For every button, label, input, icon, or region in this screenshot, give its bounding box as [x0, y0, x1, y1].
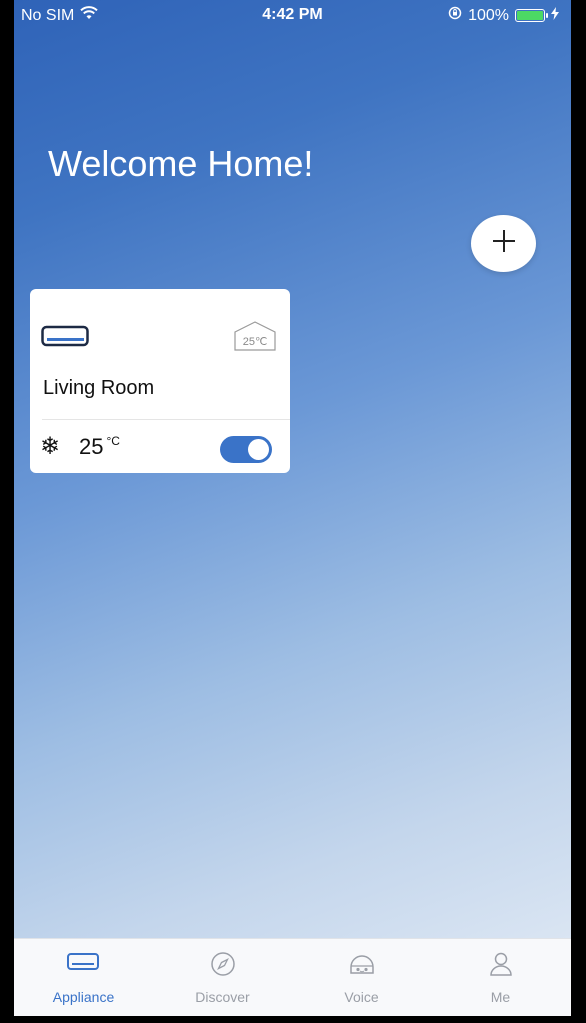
appliance-icon: [66, 951, 102, 980]
tab-bar: Appliance Discover Voice Me: [14, 938, 571, 1016]
air-conditioner-icon: [41, 325, 91, 356]
page-title: Welcome Home!: [48, 143, 314, 184]
set-temperature-text: 25℃: [243, 336, 268, 348]
set-temperature-badge: 25℃: [233, 320, 277, 357]
temperature-value: 25: [79, 434, 104, 459]
battery-icon: [515, 9, 548, 22]
room-name: Living Room: [43, 377, 155, 399]
current-temperature: 25 °C: [79, 434, 120, 460]
tab-me-label: Me: [490, 989, 511, 1005]
snowflake-icon: ❄: [40, 433, 61, 460]
add-device-button[interactable]: [471, 215, 536, 272]
tab-discover[interactable]: Discover: [153, 939, 292, 1016]
power-toggle[interactable]: [220, 436, 272, 463]
tab-discover-label: Discover: [195, 989, 250, 1005]
status-right: 100%: [448, 6, 559, 25]
device-frame-left: [0, 0, 14, 1023]
voice-icon: [348, 951, 376, 982]
device-frame-right: [571, 0, 586, 1023]
tab-appliance-label: Appliance: [52, 989, 115, 1005]
card-divider: [42, 419, 290, 420]
plus-icon: [491, 228, 517, 259]
tab-appliance[interactable]: Appliance: [14, 939, 153, 1016]
status-bar: No SIM 4:42 PM 100%: [14, 0, 571, 34]
temperature-unit: °C: [106, 434, 120, 448]
tab-voice-label: Voice: [344, 989, 379, 1005]
charging-icon: [551, 6, 559, 25]
tab-me[interactable]: Me: [431, 939, 570, 1016]
person-icon: [489, 951, 513, 982]
compass-icon: [210, 951, 236, 982]
toggle-knob: [248, 439, 269, 460]
app-screen: No SIM 4:42 PM 100% Welcome Home! 25℃ Li…: [14, 0, 571, 1016]
orientation-lock-icon: [448, 6, 462, 25]
tab-voice[interactable]: Voice: [292, 939, 431, 1016]
device-card[interactable]: 25℃ Living Room ❄ 25 °C: [30, 289, 290, 473]
battery-percent: 100%: [468, 6, 509, 24]
device-frame-bottom: [0, 1016, 586, 1023]
